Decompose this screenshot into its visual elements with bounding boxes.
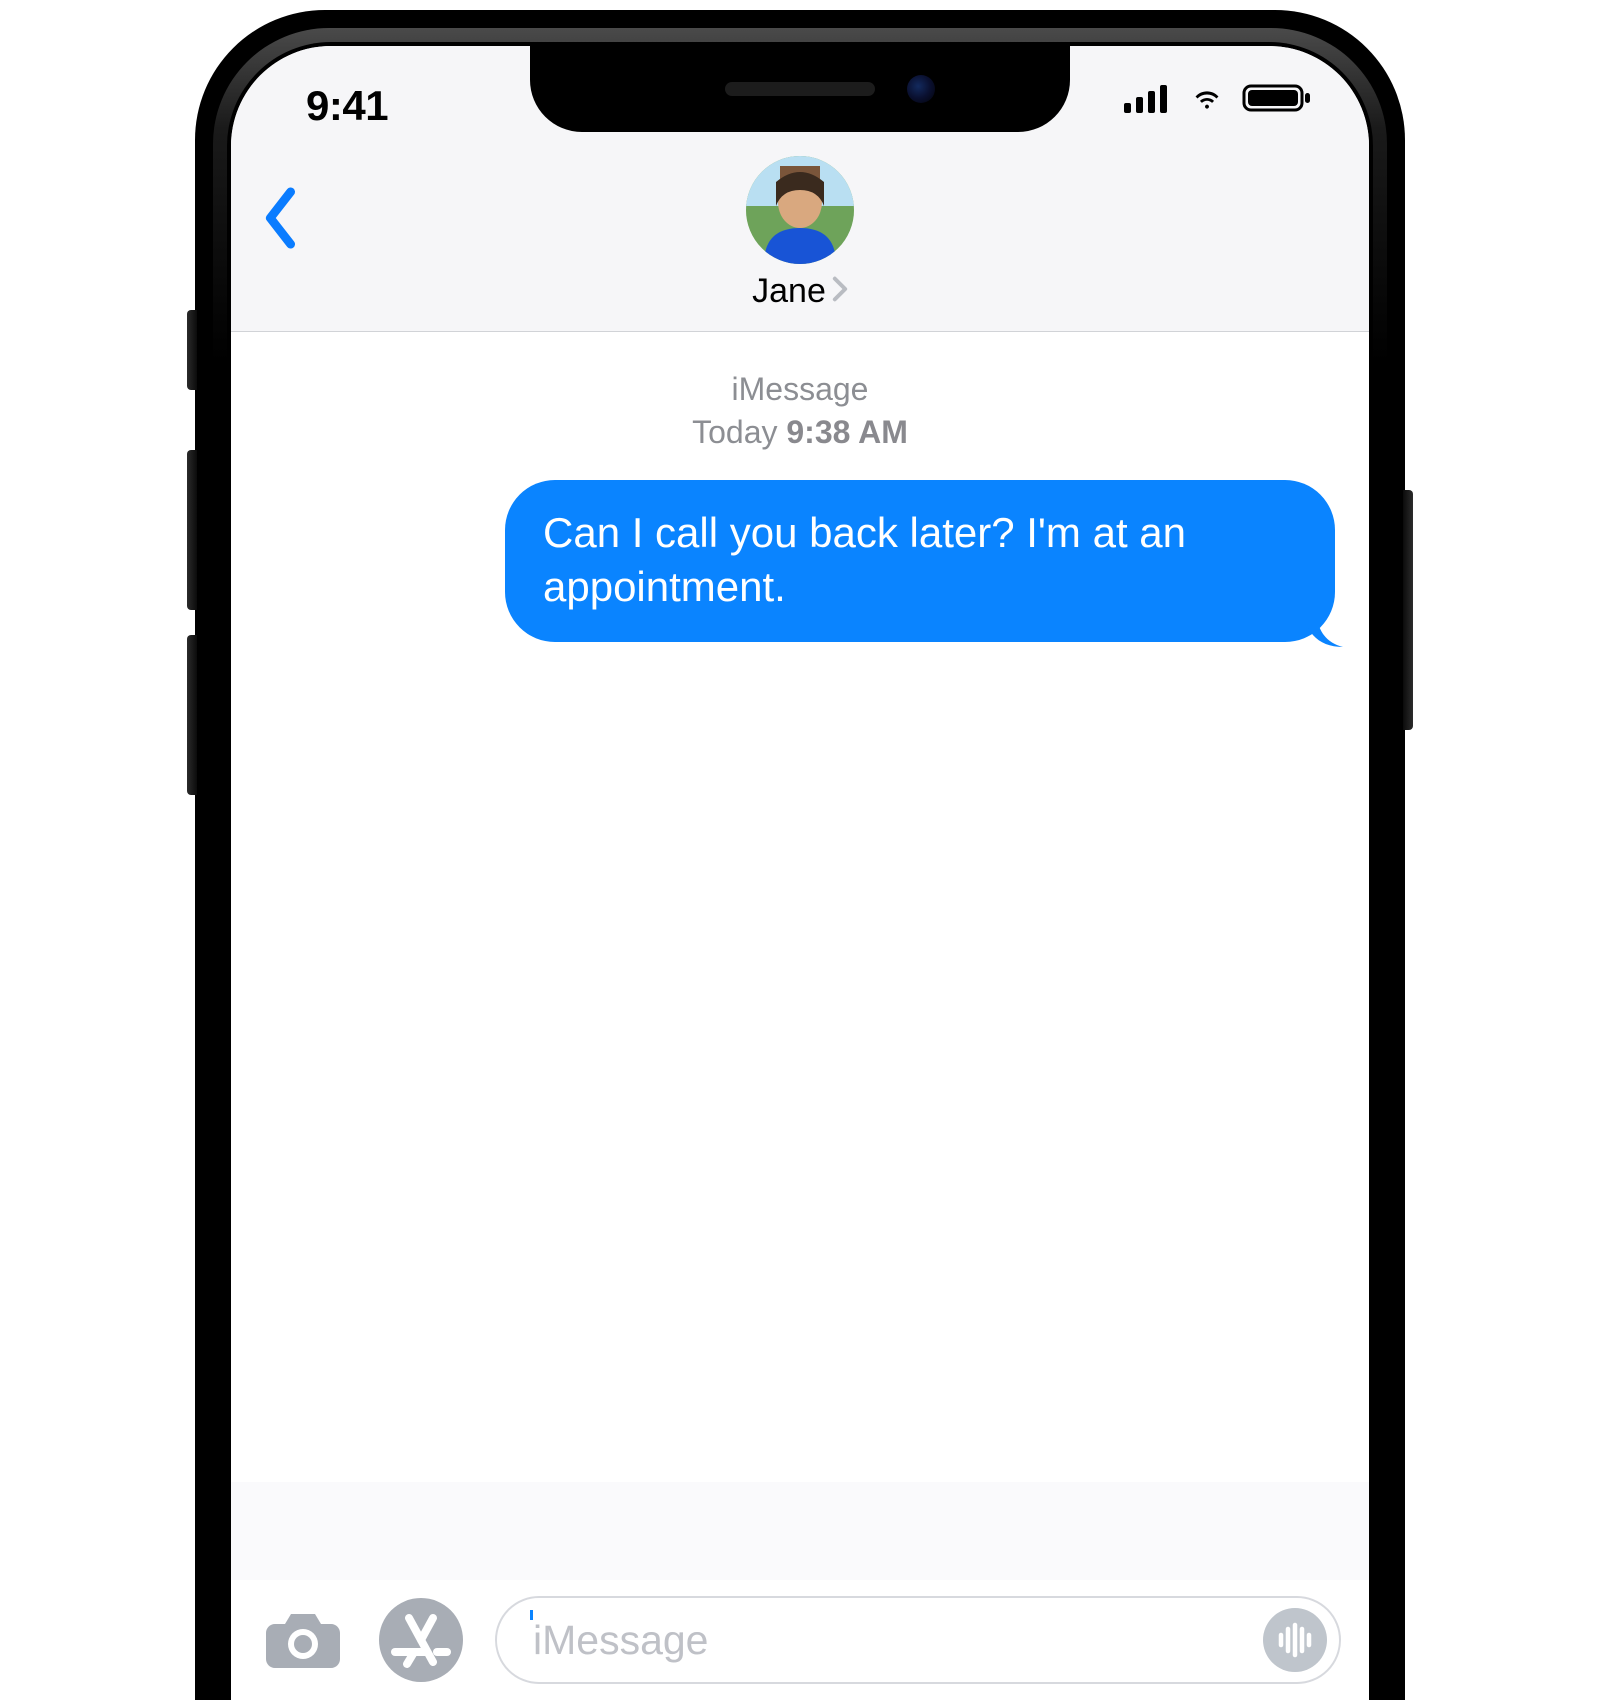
speaker-grille	[725, 82, 875, 96]
message-text: Can I call you back later? I'm at an app…	[543, 509, 1186, 610]
message-thread[interactable]: iMessage Today 9:38 AM Can I call you ba…	[231, 332, 1369, 1482]
status-time: 9:41	[306, 82, 388, 130]
contact-avatar[interactable]	[746, 156, 854, 264]
camera-button[interactable]	[259, 1596, 347, 1684]
power-button	[1403, 490, 1413, 730]
camera-icon	[265, 1610, 341, 1670]
timestamp-header: iMessage Today 9:38 AM	[261, 368, 1339, 454]
message-input-bar: iMessage	[231, 1580, 1369, 1700]
volume-up-button	[187, 450, 197, 610]
outgoing-message-bubble[interactable]: Can I call you back later? I'm at an app…	[505, 480, 1335, 642]
conversation-header: Jane	[231, 156, 1369, 332]
wifi-icon	[1184, 82, 1230, 119]
service-label: iMessage	[261, 368, 1339, 411]
chevron-right-icon	[832, 272, 848, 311]
app-drawer-button[interactable]	[377, 1596, 465, 1684]
bubble-tail-icon	[1303, 608, 1343, 644]
cellular-signal-icon	[1124, 83, 1172, 118]
text-cursor	[530, 1610, 533, 1620]
message-input[interactable]: iMessage	[495, 1596, 1341, 1684]
volume-down-button	[187, 635, 197, 795]
waveform-icon	[1274, 1619, 1316, 1661]
phone-frame: 9:41	[195, 10, 1405, 1700]
contact-name: Jane	[752, 272, 826, 311]
back-button[interactable]	[261, 186, 297, 255]
day-label: Today	[692, 414, 777, 450]
notch	[530, 46, 1070, 132]
battery-icon	[1242, 82, 1314, 119]
dictation-button[interactable]	[1263, 1608, 1327, 1672]
input-placeholder: iMessage	[533, 1617, 1263, 1664]
screen: 9:41	[231, 46, 1369, 1700]
app-store-icon	[377, 1596, 465, 1684]
front-camera	[907, 75, 935, 103]
time-label: 9:38 AM	[786, 414, 908, 450]
message-row: Can I call you back later? I'm at an app…	[261, 480, 1339, 642]
silent-switch	[187, 310, 197, 390]
contact-name-button[interactable]: Jane	[752, 272, 848, 311]
